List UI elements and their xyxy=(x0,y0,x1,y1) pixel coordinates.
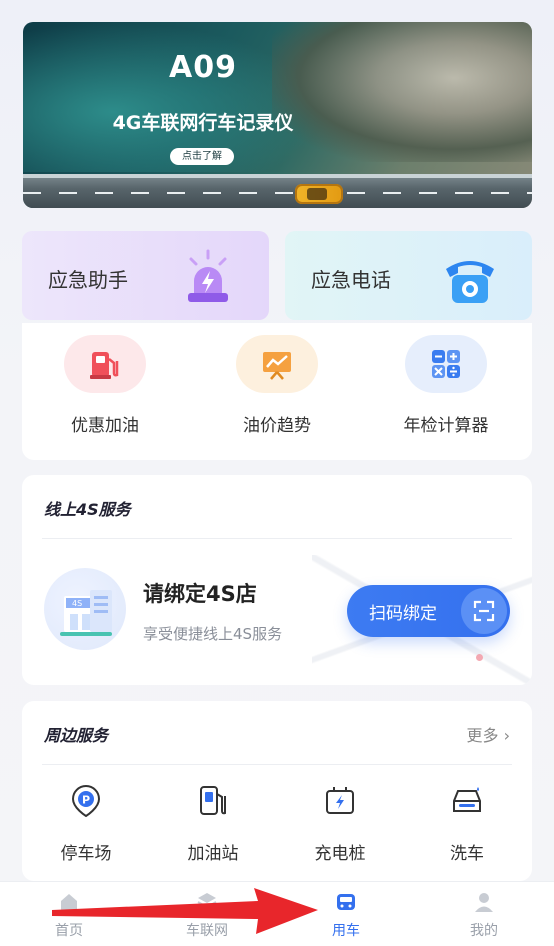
service-gas-station[interactable]: 加油站 xyxy=(163,783,263,864)
store-badge-text: 4S xyxy=(72,599,82,608)
nav-use-car[interactable]: 用车 xyxy=(306,890,386,940)
online-4s-service-card: 线上4S服务 4S 请绑定4S店 享受便捷线上4S服务 扫码绑定 xyxy=(22,475,532,685)
car-icon xyxy=(306,890,386,914)
connected-car-icon xyxy=(167,890,247,914)
nearby-services-card: 周边服务 更多 › P 停车场 加油站 充电桩 洗车 xyxy=(22,701,532,881)
scan-bind-label: 扫码绑定 xyxy=(369,604,437,624)
fuel-pump-icon xyxy=(64,335,146,393)
nav-connected-car[interactable]: 车联网 xyxy=(167,890,247,940)
divider xyxy=(42,538,512,539)
4s-store-icon: 4S xyxy=(44,568,126,650)
service-label: 加油站 xyxy=(187,844,239,864)
bind-store-title: 请绑定4S店 xyxy=(143,582,257,606)
nav-profile[interactable]: 我的 xyxy=(444,890,524,940)
service-car-wash[interactable]: 洗车 xyxy=(417,783,517,864)
map-pin-dot xyxy=(476,654,483,661)
bottom-navigation: 首页 车联网 用车 我的 xyxy=(0,881,554,946)
car-wash-icon xyxy=(417,783,517,819)
emergency-call-label: 应急电话 xyxy=(311,268,391,292)
tool-label: 年检计算器 xyxy=(403,416,489,436)
trend-chart-icon xyxy=(236,335,318,393)
nav-label: 用车 xyxy=(332,923,360,939)
emergency-assistant-label: 应急助手 xyxy=(48,268,128,292)
siren-icon xyxy=(188,249,228,302)
profile-icon xyxy=(444,890,524,914)
section-title-nearby: 周边服务 xyxy=(44,722,108,746)
charging-pile-icon xyxy=(290,783,390,819)
tool-inspection-calculator[interactable]: 年检计算器 xyxy=(386,335,506,436)
banner-learn-more-button[interactable]: 点击了解 xyxy=(170,148,234,165)
parking-icon: P xyxy=(36,783,136,819)
chevron-right-icon: › xyxy=(503,726,510,745)
more-label: 更多 xyxy=(466,726,499,745)
service-parking[interactable]: P 停车场 xyxy=(36,783,136,864)
service-charging[interactable]: 充电桩 xyxy=(290,783,390,864)
service-label: 洗车 xyxy=(450,844,484,864)
nav-label: 车联网 xyxy=(186,923,228,939)
calculator-icon xyxy=(405,335,487,393)
banner-subtitle: 4G车联网行车记录仪 xyxy=(112,112,294,134)
tool-label: 优惠加油 xyxy=(71,416,139,436)
emergency-assistant-card[interactable]: 应急助手 xyxy=(22,231,269,320)
banner-cliff xyxy=(272,22,532,162)
nav-label: 我的 xyxy=(470,923,498,939)
tool-label: 油价趋势 xyxy=(243,416,311,436)
more-link[interactable]: 更多 › xyxy=(466,722,510,746)
nav-home[interactable]: 首页 xyxy=(29,890,109,940)
banner-title: A09 xyxy=(169,50,237,85)
emergency-call-card[interactable]: 应急电话 xyxy=(285,231,532,320)
tool-discount-fuel[interactable]: 优惠加油 xyxy=(45,335,165,436)
gas-station-icon xyxy=(163,783,263,819)
banner-bridge xyxy=(23,174,532,208)
service-label: 充电桩 xyxy=(314,844,366,864)
bind-store-subtitle: 享受便捷线上4S服务 xyxy=(143,625,283,643)
quick-tools-panel: 优惠加油 油价趋势 年检计算器 xyxy=(22,323,532,460)
section-title-4s: 线上4S服务 xyxy=(44,496,131,520)
divider xyxy=(42,764,512,765)
scan-bind-button[interactable]: 扫码绑定 xyxy=(347,585,510,637)
service-label: 停车场 xyxy=(60,844,112,864)
home-icon xyxy=(29,890,109,914)
promo-banner[interactable]: A09 4G车联网行车记录仪 点击了解 xyxy=(23,22,532,208)
telephone-icon xyxy=(446,261,494,303)
svg-text:P: P xyxy=(82,794,90,807)
tool-fuel-price-trend[interactable]: 油价趋势 xyxy=(217,335,337,436)
scan-qr-icon xyxy=(461,588,507,634)
nav-label: 首页 xyxy=(55,923,83,939)
banner-car-image xyxy=(295,184,343,204)
